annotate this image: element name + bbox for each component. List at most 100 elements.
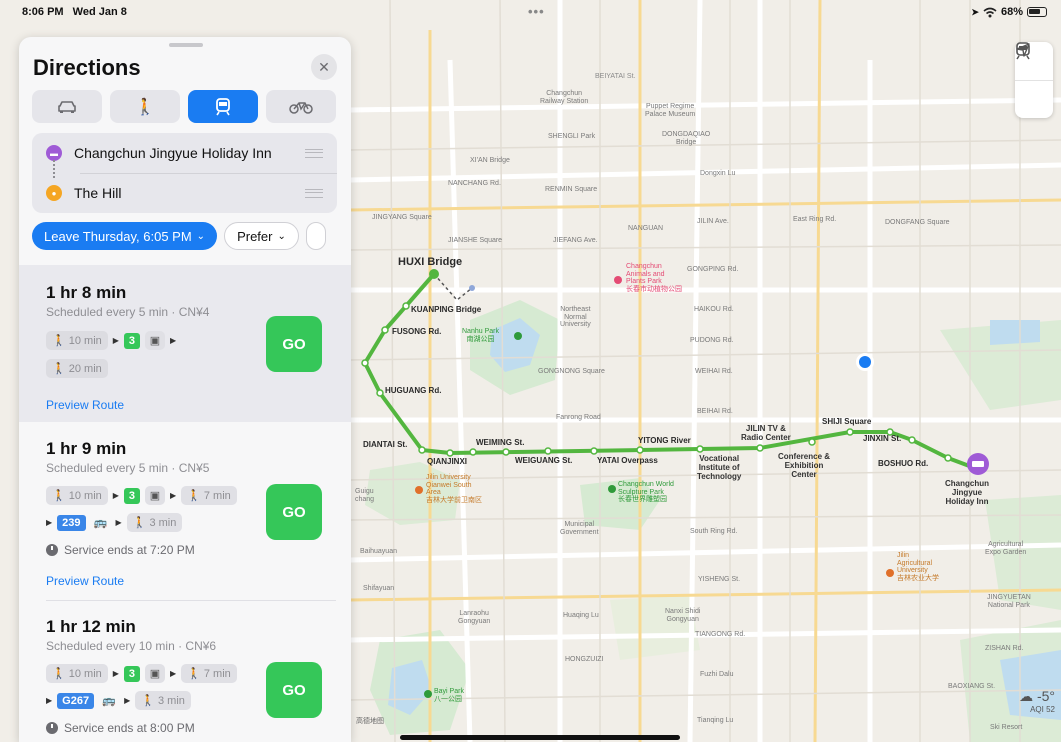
route-steps: 🚶 20 min	[46, 359, 108, 378]
wifi-icon	[983, 7, 997, 17]
prefer-chip[interactable]: Prefer ⌄	[224, 222, 299, 250]
step-arrow-icon: ▶	[46, 518, 53, 527]
route-schedule: Scheduled every 5 min · CN¥5	[46, 461, 210, 475]
station-label: HUGUANG Rd.	[385, 386, 442, 395]
map-label: Jilin Agricultural University 吉林农业大学	[897, 552, 939, 583]
walk-icon: 🚶	[52, 363, 66, 375]
map-label: Dongxin Lu	[700, 170, 736, 177]
map-label: JINGYANG Square	[372, 214, 432, 221]
map-label: South Ring Rd.	[690, 528, 738, 535]
route-duration: 1 hr 12 min	[46, 617, 136, 636]
map-label: NANGUAN	[628, 225, 664, 232]
map-label: Nanxi Shidi Gongyuan	[665, 608, 701, 623]
step-arrow-icon: ▶	[112, 491, 119, 500]
line-badge: 3	[123, 665, 140, 682]
walk-icon: 🚶	[187, 490, 201, 502]
map-label: Ski Resort	[990, 724, 1023, 731]
walk-icon: 🚶	[187, 668, 201, 680]
map-label: JINGYUETAN National Park	[987, 594, 1031, 609]
map-label: Jilin University Qianwei South Area 吉林大学…	[426, 474, 482, 505]
map-label: Huaqing Lu	[563, 612, 599, 619]
step-arrow-icon: ▶	[124, 696, 131, 705]
map-label: Fuzhi Dalu	[700, 671, 734, 678]
station-label: BOSHUO Rd.	[878, 459, 929, 468]
walk-step: 🚶 10 min	[46, 486, 108, 505]
mode-cycle-button[interactable]	[266, 90, 336, 123]
route-option[interactable]: 1 hr 8 min Scheduled every 5 min · CN¥4 …	[19, 265, 351, 422]
step-arrow-icon: ▶	[112, 336, 119, 345]
walk-duration: 7 min	[203, 489, 231, 502]
map-label: Changchun Railway Station	[540, 90, 589, 105]
route-duration: 1 hr 8 min	[46, 283, 127, 302]
reorder-handle-icon[interactable]	[305, 188, 323, 198]
map-label: PUDONG Rd.	[690, 337, 734, 344]
go-button[interactable]: GO	[266, 662, 322, 718]
prefer-label: Prefer	[237, 228, 273, 244]
map-label: SHENGLI Park	[548, 133, 596, 140]
step-arrow-icon: ▶	[169, 336, 177, 345]
route-option[interactable]: 1 hr 12 min Scheduled every 10 min · CN¥…	[19, 601, 351, 742]
location-button[interactable]	[1015, 43, 1053, 118]
clock-icon	[46, 544, 58, 556]
home-indicator[interactable]	[400, 735, 680, 740]
weather-widget: ☁ -5° AQI 52	[1019, 688, 1055, 714]
service-notice: Service ends at 7:20 PM	[46, 543, 195, 557]
multitasking-dots[interactable]: •••	[528, 4, 545, 19]
destination-row[interactable]: ● The Hill	[32, 173, 337, 213]
directions-panel: Directions ✕ 🚶 ▬ Changchun Jingyue Holid…	[19, 37, 351, 742]
route-schedule: Scheduled every 5 min · CN¥4	[46, 305, 210, 319]
map-label: GONGNONG Square	[538, 368, 605, 375]
map-label: Guigu chang	[355, 488, 375, 503]
battery-percent: 68%	[1000, 6, 1023, 18]
map-label: Municipal Government	[560, 521, 599, 536]
map-label: JIEFANG Ave.	[553, 237, 598, 244]
destination-label: Changchun Jingyue Holiday Inn	[945, 479, 989, 506]
go-button[interactable]: GO	[266, 316, 322, 372]
service-end-text: Service ends at 8:00 PM	[64, 721, 195, 735]
panel-grabber[interactable]	[169, 43, 203, 47]
more-filters-chip[interactable]	[305, 222, 326, 250]
station-label: KUANPING Bridge	[411, 305, 482, 314]
map-label: XI'AN Bridge	[470, 157, 510, 164]
mode-transit-button[interactable]	[188, 90, 258, 123]
walk-step: 🚶 3 min	[126, 513, 183, 532]
preview-route-link[interactable]: Preview Route	[46, 398, 124, 412]
bus-line-badge: G267	[57, 692, 95, 709]
walk-step: 🚶 10 min	[46, 331, 108, 350]
mode-drive-button[interactable]	[32, 90, 102, 123]
status-time: 8:06 PM	[22, 6, 64, 18]
step-arrow-icon: ▶	[112, 669, 119, 678]
preview-route-link[interactable]: Preview Route	[46, 574, 124, 588]
location-arrow-icon	[1016, 43, 1030, 57]
tram-icon: ▣	[144, 331, 165, 350]
reorder-handle-icon[interactable]	[305, 148, 323, 158]
map-label: BEIHAI Rd.	[697, 408, 733, 415]
aqi: AQI 52	[1030, 705, 1055, 714]
station-label: WEIGUANG St.	[515, 456, 573, 465]
map-label: Tianqing Lu	[697, 717, 734, 724]
station-label: QIANJINXI	[427, 457, 468, 466]
map-label: Fanrong Road	[556, 414, 601, 421]
map-label: YISHENG St.	[698, 576, 741, 583]
walk-icon: 🚶	[52, 490, 66, 502]
clock-icon	[46, 722, 58, 734]
walk-duration: 20 min	[68, 362, 102, 375]
origin-row[interactable]: ▬ Changchun Jingyue Holiday Inn	[32, 133, 337, 173]
route-steps: ▶ G267 🚌 ▶ 🚶 3 min	[46, 691, 191, 710]
walk-icon: 🚶	[52, 335, 66, 347]
route-endpoints: ▬ Changchun Jingyue Holiday Inn ● The Hi…	[32, 133, 337, 213]
route-schedule: Scheduled every 10 min · CN¥6	[46, 639, 217, 653]
station-label: DIANTAI St.	[363, 440, 408, 449]
line-badge: 3	[123, 332, 140, 349]
mode-walk-button[interactable]: 🚶	[110, 90, 180, 123]
leave-time-chip[interactable]: Leave Thursday, 6:05 PM ⌄	[32, 222, 218, 250]
station-label: WEIMING St.	[476, 438, 525, 447]
battery-icon	[1027, 7, 1047, 17]
close-button[interactable]: ✕	[311, 54, 337, 80]
service-notice: Service ends at 8:00 PM	[46, 721, 195, 735]
go-button[interactable]: GO	[266, 484, 322, 540]
station-label: Conference & Exhibition Center	[778, 452, 831, 479]
route-option[interactable]: 1 hr 9 min Scheduled every 5 min · CN¥5 …	[19, 422, 351, 601]
map-label: Agricultural Expo Garden	[985, 541, 1027, 556]
bicycle-icon	[289, 101, 313, 114]
